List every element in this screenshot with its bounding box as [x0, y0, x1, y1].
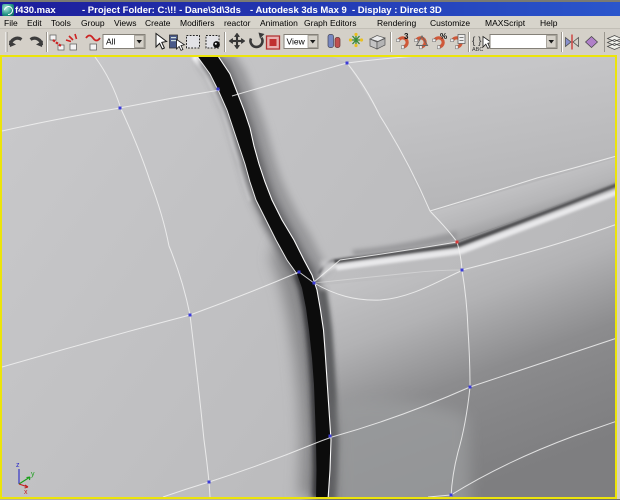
svg-text:x: x	[24, 489, 28, 496]
svg-text:View: View	[287, 37, 306, 47]
svg-text:z: z	[16, 462, 20, 469]
svg-text:ABC: ABC	[472, 47, 483, 53]
svg-text:y: y	[31, 471, 35, 478]
svg-text:3: 3	[404, 32, 409, 41]
svg-text:{ }: { }	[472, 36, 482, 47]
svg-text:All: All	[106, 37, 116, 47]
svg-text:%: %	[440, 32, 447, 41]
